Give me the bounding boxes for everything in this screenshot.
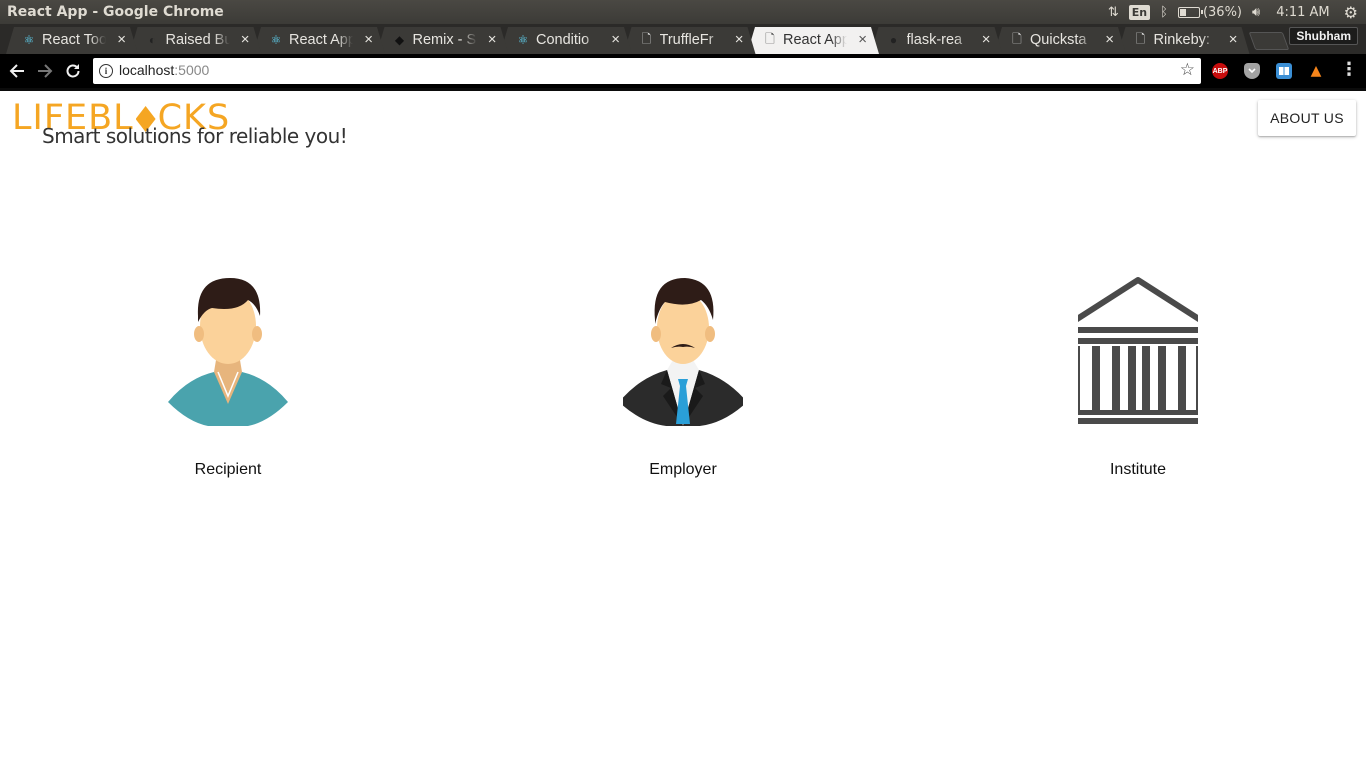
reload-icon[interactable] [63, 61, 83, 81]
keyboard-language-indicator[interactable]: En [1128, 4, 1151, 20]
tab-title: Conditio [536, 32, 590, 48]
tab-title: React Too [42, 32, 106, 48]
tab-7[interactable]: 🗋 React App × [747, 27, 879, 54]
forward-arrow-icon[interactable] [35, 61, 55, 81]
address-bar[interactable]: i localhost:5000 ☆ [93, 58, 1201, 84]
tab-title: flask-rea [906, 32, 963, 48]
battery-percent: (36%) [1202, 4, 1243, 20]
tagline: Smart solutions for reliable you! [42, 124, 348, 148]
reader-icon[interactable] [1276, 63, 1292, 79]
tab-4[interactable]: ◆ Remix - S × [377, 27, 509, 54]
recipient-avatar-icon [168, 278, 288, 426]
battery-indicator[interactable]: (36%) [1177, 4, 1243, 20]
tab-close-icon[interactable]: × [488, 31, 497, 48]
adblock-plus-icon[interactable]: ABP [1212, 63, 1228, 79]
pocket-icon[interactable] [1244, 63, 1260, 79]
battery-level [1179, 8, 1186, 16]
tab-title: Remix - S [412, 32, 477, 48]
role-label-recipient: Recipient [194, 461, 262, 478]
tab-close-icon[interactable]: × [364, 31, 373, 48]
role-label-employer: Employer [649, 461, 717, 478]
tab-title: TruffleFr [659, 32, 714, 48]
metamask-fox-icon[interactable]: ▲ [1308, 63, 1324, 79]
tab-close-icon[interactable]: × [1105, 31, 1114, 48]
github-icon: ● [889, 33, 898, 47]
site-info-icon[interactable]: i [99, 64, 113, 78]
page-top-border [0, 88, 1366, 91]
tab-title: Raised Bu [165, 32, 230, 48]
url-host: localhost [119, 62, 175, 78]
tab-title: Quicksta [1030, 32, 1087, 48]
settings-gear-icon[interactable]: ⚙ [1344, 3, 1358, 22]
tab-close-icon[interactable]: × [117, 31, 126, 48]
chrome-menu-icon[interactable]: ⋮ [1340, 60, 1358, 80]
window-title: React App - Google Chrome [7, 4, 224, 20]
url-port: :5000 [174, 62, 210, 78]
role-card-employer[interactable]: Employer [583, 276, 783, 486]
tab-close-icon[interactable]: × [1229, 31, 1238, 48]
role-label-institute: Institute [1109, 461, 1167, 478]
profile-button[interactable]: Shubham [1289, 27, 1358, 45]
battery-icon [1177, 6, 1203, 18]
remix-icon: ◆ [394, 33, 405, 47]
react-icon: ⚛ [270, 33, 282, 47]
tab-8[interactable]: ● flask-rea × [871, 27, 1003, 54]
volume-icon[interactable]: 🔊︎ [1252, 5, 1260, 20]
system-indicators: ⇅ En ᛒ (36%) 🔊︎ 4:11 AM ⚙ [1108, 0, 1366, 24]
material-icon: ◐ [148, 33, 157, 47]
employer-avatar-icon [623, 278, 743, 426]
tab-5[interactable]: ⚛ Conditio × [500, 27, 632, 54]
tab-1[interactable]: ⚛ React Too × [6, 27, 138, 54]
role-card-institute[interactable]: Institute [1038, 276, 1238, 486]
tab-close-icon[interactable]: × [241, 31, 250, 48]
react-icon: ⚛ [517, 33, 529, 47]
about-us-button[interactable]: ABOUT US [1258, 100, 1356, 136]
role-card-recipient[interactable]: Recipient [128, 276, 328, 486]
page-icon: 🗋 [765, 31, 775, 46]
tab-strip: 🗋 Rinkeby: × 🗋 Quicksta × ● flask-rea × 🗋 React Ap… [0, 24, 1366, 54]
tab-6[interactable]: 🗋 TruffleFr × [624, 27, 756, 54]
tab-close-icon[interactable]: × [982, 31, 991, 48]
tab-close-icon[interactable]: × [858, 31, 867, 48]
page-icon: 🗋 [1135, 31, 1146, 46]
page-viewport: LIFEBL CKS Smart solutions for reliable y… [0, 88, 1366, 768]
tab-title: Rinkeby: [1153, 32, 1210, 48]
institute-building-icon [1078, 277, 1198, 424]
url-text[interactable]: localhost:5000 [119, 62, 209, 78]
tab-3[interactable]: ⚛ React App × [253, 27, 385, 54]
new-tab-button[interactable] [1248, 32, 1290, 50]
tab-close-icon[interactable]: × [735, 31, 744, 48]
clock[interactable]: 4:11 AM [1276, 5, 1329, 20]
tab-title: React App [783, 32, 847, 48]
page-icon: 🗋 [641, 31, 652, 46]
tab-title: React App [289, 32, 353, 48]
tab-10[interactable]: 🗋 Rinkeby: × [1118, 27, 1250, 54]
react-icon: ⚛ [23, 33, 35, 47]
system-title-bar: React App - Google Chrome ⇅ En ᛒ (36%) 🔊… [0, 0, 1366, 24]
network-icon[interactable]: ⇅ [1108, 5, 1119, 20]
tab-2[interactable]: ◐ Raised Bu × [130, 27, 262, 54]
tab-close-icon[interactable]: × [611, 31, 620, 48]
tab-9[interactable]: 🗋 Quicksta × [994, 27, 1126, 54]
page-icon: 🗋 [1012, 31, 1022, 46]
browser-toolbar: i localhost:5000 ☆ ABP ▲ ⋮ [0, 54, 1366, 88]
bluetooth-icon[interactable]: ᛒ [1160, 5, 1168, 20]
back-arrow-icon[interactable] [7, 61, 27, 81]
bookmark-star-icon[interactable]: ☆ [1180, 60, 1195, 80]
